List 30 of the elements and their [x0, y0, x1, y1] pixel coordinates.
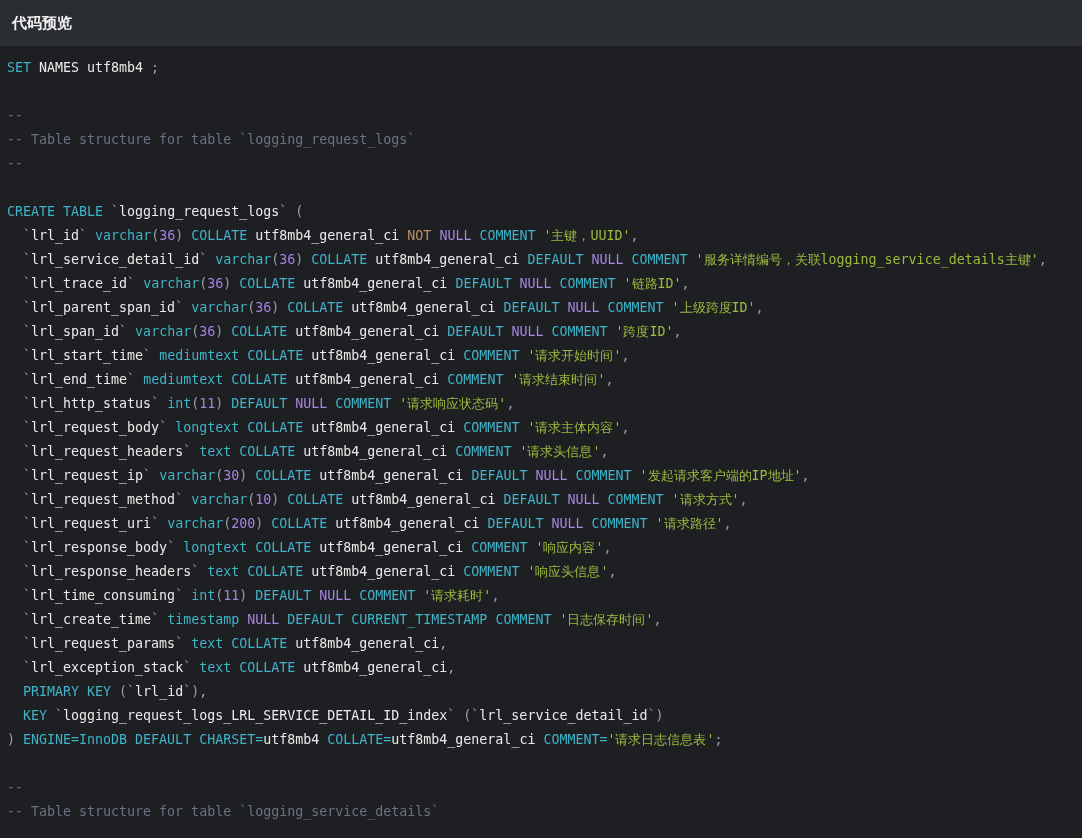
code-line: -- Table structure for table `logging_service_details`	[7, 803, 440, 822]
code-line: `lrl_request_ip` varchar(30) COLLATE utf8mb4_general_ci DEFAULT NULL COMMENT '发起请求客户端的IP地址',	[22, 467, 810, 486]
panel-title: 代码预览	[12, 13, 72, 33]
code-line: --	[7, 107, 23, 125]
code-line: `lrl_parent_span_id` varchar(36) COLLATE utf8mb4_general_ci DEFAULT NULL COMMENT '上级跨度ID',	[22, 299, 764, 318]
code-line: `lrl_create_time` timestamp NULL DEFAULT CURRENT_TIMESTAMP COMMENT '日志保存时间',	[22, 611, 662, 630]
code-line: `lrl_trace_id` varchar(36) COLLATE utf8mb4_general_ci DEFAULT NULL COMMENT '链路ID',	[22, 275, 690, 294]
code-line: --	[7, 779, 23, 797]
code-line: SET NAMES utf8mb4 ;	[7, 59, 160, 77]
code-line: `lrl_id` varchar(36) COLLATE utf8mb4_general_ci NOT NULL COMMENT '主键，UUID',	[22, 227, 639, 246]
code-line: ) ENGINE=InnoDB DEFAULT CHARSET=utf8mb4 COLLATE=utf8mb4_general_ci COMMENT='请求日志信息表';	[7, 731, 723, 750]
code-line: `lrl_request_uri` varchar(200) COLLATE utf8mb4_general_ci DEFAULT NULL COMMENT '请求路径',	[22, 515, 732, 534]
code-line: `lrl_http_status` int(11) DEFAULT NULL COMMENT '请求响应状态码',	[22, 395, 515, 414]
code-line: `lrl_response_body` longtext COLLATE utf8mb4_general_ci COMMENT '响应内容',	[22, 539, 612, 558]
code-line: `lrl_request_headers` text COLLATE utf8mb4_general_ci COMMENT '请求头信息',	[22, 443, 609, 462]
code-line: `lrl_service_detail_id` varchar(36) COLLATE utf8mb4_general_ci DEFAULT NULL COMMENT '服务详情编号，关联logging_service_details主键',	[22, 251, 1047, 270]
code-line: --	[7, 155, 23, 173]
code-line: `lrl_response_headers` text COLLATE utf8mb4_general_ci COMMENT '响应头信息',	[22, 563, 617, 582]
code-line: PRIMARY KEY (`lrl_id`),	[22, 683, 208, 702]
code-line: CREATE TABLE `logging_request_logs` (	[7, 203, 304, 222]
code-line: `lrl_request_params` text COLLATE utf8mb4_general_ci,	[22, 635, 448, 654]
code-line: `lrl_time_consuming` int(11) DEFAULT NULL COMMENT '请求耗时',	[22, 587, 500, 606]
code-line: `lrl_start_time` mediumtext COLLATE utf8mb4_general_ci COMMENT '请求开始时间',	[22, 347, 630, 366]
code-line: -- Table structure for table `logging_request_logs`	[7, 131, 416, 150]
code-line: `lrl_request_method` varchar(10) COLLATE utf8mb4_general_ci DEFAULT NULL COMMENT '请求方式',	[22, 491, 748, 510]
code-line: KEY `logging_request_logs_LRL_SERVICE_DETAIL_ID_index` (`lrl_service_detail_id`)	[22, 707, 664, 726]
code-line: `lrl_request_body` longtext COLLATE utf8mb4_general_ci COMMENT '请求主体内容',	[22, 419, 630, 438]
code-line: `lrl_exception_stack` text COLLATE utf8mb4_general_ci,	[22, 659, 456, 678]
code-line: `lrl_end_time` mediumtext COLLATE utf8mb4_general_ci COMMENT '请求结束时间',	[22, 371, 614, 390]
code-line: `lrl_span_id` varchar(36) COLLATE utf8mb4_general_ci DEFAULT NULL COMMENT '跨度ID',	[22, 323, 682, 342]
